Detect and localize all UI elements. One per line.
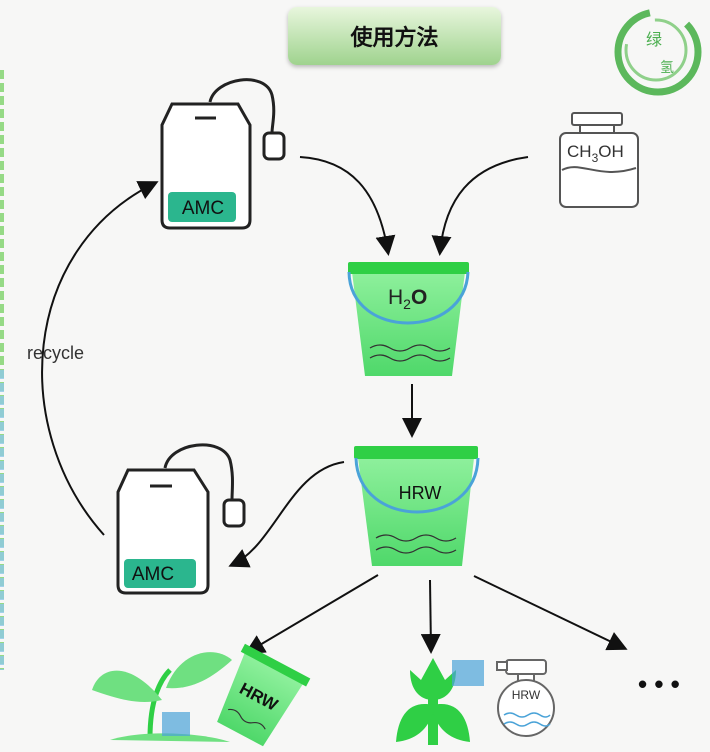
sprayer-label: HRW xyxy=(512,688,541,702)
logo-char-1: 绿 xyxy=(646,30,662,49)
arrow-amc-to-water xyxy=(299,156,396,256)
arrow-hrw-to-flower xyxy=(420,579,441,654)
amc-bag-bottom: AMC xyxy=(116,443,246,595)
logo-char-2: 氢 xyxy=(660,60,674,76)
hrw-label: HRW xyxy=(399,483,442,503)
plant-flower xyxy=(396,658,484,745)
amc-bag-top: AMC xyxy=(160,78,286,230)
arrow-methanol-to-water xyxy=(431,156,529,256)
amc-label-bottom: AMC xyxy=(132,564,174,585)
spray-bottle: HRW xyxy=(496,659,555,737)
arrow-hrw-to-more xyxy=(473,575,628,651)
recycle-label: recycle xyxy=(27,343,84,363)
logo: 绿 氢 xyxy=(614,8,702,96)
spray-effect-left xyxy=(162,712,190,736)
amc-label-top: AMC xyxy=(182,198,224,219)
arrow-hrw-to-amc xyxy=(228,461,345,568)
usage-diagram: 绿 氢 AMC CH3OH H2O HRW AMC recycle HRW HR… xyxy=(27,8,702,747)
plant-seedling xyxy=(92,652,232,742)
methanol-bottle: CH3OH xyxy=(559,112,639,208)
water-bucket: H2O xyxy=(347,262,470,376)
hrw-bucket: HRW xyxy=(354,446,480,566)
spray-effect-right xyxy=(452,660,484,686)
ellipsis: • • • xyxy=(638,669,680,699)
arrow-hrw-to-plants xyxy=(244,574,379,655)
